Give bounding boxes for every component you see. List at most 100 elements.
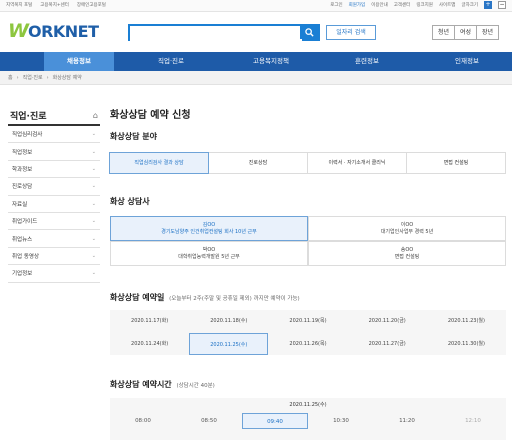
counselor-name: 송OO	[400, 247, 414, 253]
sidebar: 직업·진로 ⌂ 직업심리검사 ⌄ 직업정보 ⌄ 학과정보 ⌄ 진로상담 ⌄ 자료실 ⌄ 취업가이드 ⌄…	[8, 106, 100, 283]
breadcrumb-item[interactable]: 직업·진로	[23, 74, 43, 81]
time-section-title-text: 화상상담 예약시간	[110, 380, 172, 389]
counselor-card[interactable]: 송OO 면접 컨설팅	[308, 241, 506, 266]
time-section-subtitle: (상담시간 40분)	[176, 383, 215, 389]
nav-item[interactable]: 인재정보	[432, 52, 502, 71]
date-option[interactable]: 2020.11.19(목)	[268, 310, 347, 332]
sidebar-item[interactable]: 진로상담 ⌄	[8, 178, 100, 196]
field-category-tab[interactable]: 이력서 · 자기소개서 클리닉	[307, 152, 407, 174]
utility-link[interactable]: 이용안내	[371, 2, 388, 8]
field-category-tab[interactable]: 직업심리검사 결과 상담	[109, 152, 209, 174]
logo-text: ORKNET	[27, 21, 99, 41]
breadcrumb-items: 홈 › 직업·진로 › 화상상담 예약	[8, 74, 82, 82]
logo-w: W	[8, 20, 29, 42]
utility-link[interactable]: 링크지원	[416, 2, 433, 8]
breadcrumb-separator: ›	[16, 74, 19, 81]
page-title: 화상상담 예약 신청	[110, 110, 191, 121]
utility-link[interactable]: 장애인고용포털	[77, 2, 106, 8]
sidebar-item-label: 취업뉴스	[12, 236, 33, 243]
sidebar-item-label: 직업심리검사	[12, 132, 43, 139]
sidebar-title: 직업·진로	[10, 111, 47, 122]
breadcrumb-home[interactable]: 홈	[8, 74, 13, 81]
nav-item[interactable]: 직업·진로	[136, 52, 206, 71]
counselor-description: 면접 컨설팅	[394, 254, 420, 260]
date-section-title-text: 화상상담 예약일	[110, 293, 165, 302]
home-icon[interactable]: ⌂	[93, 111, 98, 120]
sidebar-item-label: 기업정보	[12, 271, 33, 278]
nav-item[interactable]: 채용정보	[44, 52, 114, 71]
target-button[interactable]: 여성	[454, 25, 477, 40]
sidebar-item-label: 자료실	[12, 201, 28, 208]
time-section-title: 화상상담 예약시간 (상담시간 40분)	[110, 379, 215, 390]
sidebar-menu: 직업심리검사 ⌄ 직업정보 ⌄ 학과정보 ⌄ 진로상담 ⌄ 자료실 ⌄ 취업가이드 ⌄ 취업뉴스 ⌄ 취업 …	[8, 126, 100, 283]
sidebar-item[interactable]: 취업뉴스 ⌄	[8, 230, 100, 248]
breadcrumb-item[interactable]: 화상상담 예약	[53, 74, 82, 81]
job-search-button[interactable]: 일자리 검색	[326, 25, 376, 40]
chevron-down-icon: ⌄	[91, 252, 96, 259]
time-slot[interactable]: 10:30	[308, 413, 374, 429]
zoom-out-button[interactable]: −	[498, 1, 506, 9]
date-option[interactable]: 2020.11.20(금)	[348, 310, 427, 332]
chevron-down-icon: ⌄	[91, 165, 96, 172]
worknet-logo[interactable]: W ORKNET	[8, 20, 99, 42]
sidebar-item[interactable]: 직업정보 ⌄	[8, 143, 100, 161]
search-box	[128, 24, 320, 47]
date-section-subtitle: (오늘부터 2주(주말 및 공휴일 제외) 까지만 예약이 가능)	[169, 296, 300, 302]
sidebar-item[interactable]: 직업심리검사 ⌄	[8, 126, 100, 144]
date-option[interactable]: 2020.11.23(월)	[427, 310, 506, 332]
zoom-in-button[interactable]: +	[484, 1, 492, 9]
sidebar-item[interactable]: 자료실 ⌄	[8, 196, 100, 213]
time-slot[interactable]: 09:40	[242, 413, 308, 429]
nav-item[interactable]: 훈련정보	[332, 52, 402, 71]
date-option[interactable]: 2020.11.30(월)	[427, 333, 506, 355]
date-option[interactable]: 2020.11.27(금)	[348, 333, 427, 355]
date-option[interactable]: 2020.11.26(목)	[268, 333, 347, 355]
target-button[interactable]: 장년	[476, 25, 499, 40]
time-slot[interactable]: 08:00	[110, 413, 176, 429]
counselor-card[interactable]: 이OO 대기업인사업무 경력 5년	[308, 216, 506, 241]
field-category-tab[interactable]: 진로상담	[208, 152, 308, 174]
selected-date-label: 2020.11.25(수)	[289, 402, 327, 408]
chevron-down-icon: ⌄	[91, 270, 96, 277]
sidebar-item[interactable]: 기업정보 ⌄	[8, 265, 100, 283]
sidebar-item[interactable]: 취업가이드 ⌄	[8, 213, 100, 231]
target-button[interactable]: 청년	[432, 25, 455, 40]
search-button[interactable]	[300, 26, 318, 39]
date-section-title: 화상상담 예약일 (오늘부터 2주(주말 및 공휴일 제외) 까지만 예약이 가…	[110, 292, 300, 303]
chevron-down-icon: ⌄	[91, 235, 96, 242]
time-slot[interactable]: 11:20	[374, 413, 440, 429]
breadcrumb: 홈 › 직업·진로 › 화상상담 예약	[0, 71, 512, 85]
sidebar-item-label: 직업정보	[12, 149, 33, 156]
chevron-down-icon: ⌄	[91, 200, 96, 207]
sidebar-item-label: 취업 동영상	[12, 253, 40, 260]
sidebar-item-label: 학과정보	[12, 166, 33, 173]
counselor-grid: 김OO 경기도남양주 인건취업컨설팅 회사 10년 근무 이OO 대기업인사업무 경력…	[110, 216, 506, 266]
chevron-down-icon: ⌄	[91, 183, 96, 190]
utility-link[interactable]: 로그인	[330, 2, 342, 8]
utility-link[interactable]: 지역복지 포털	[6, 2, 32, 8]
counselor-card[interactable]: 김OO 경기도남양주 인건취업컨설팅 회사 10년 근무	[110, 216, 308, 241]
site-header: W ORKNET 일자리 검색 청년 여성 장년	[0, 12, 512, 52]
counselor-description: 경기도남양주 인건취업컨설팅 회사 10년 근무	[161, 229, 257, 235]
utility-link[interactable]: 사이트맵	[439, 2, 456, 8]
date-option[interactable]: 2020.11.24(화)	[110, 333, 189, 355]
utility-link[interactable]: 글자크기	[461, 2, 478, 8]
date-option[interactable]: 2020.11.18(수)	[189, 310, 268, 332]
chevron-down-icon: ⌄	[91, 218, 96, 225]
field-category-tabs: 직업심리검사 결과 상담 진로상담 이력서 · 자기소개서 클리닉 면접 컨설팅	[109, 152, 506, 174]
breadcrumb-separator: ›	[46, 74, 49, 81]
date-option[interactable]: 2020.11.25(수)	[189, 332, 269, 355]
sidebar-header: 직업·진로 ⌂	[8, 106, 100, 126]
utility-link[interactable]: 고용복지+센터	[40, 2, 69, 8]
counselor-card[interactable]: 박OO 대학취업능력개발원 5년 근무	[110, 241, 308, 266]
sidebar-item[interactable]: 취업 동영상 ⌄	[8, 248, 100, 266]
field-category-tab[interactable]: 면접 컨설팅	[406, 152, 506, 174]
search-input[interactable]	[130, 33, 302, 47]
date-option[interactable]: 2020.11.17(화)	[110, 310, 189, 332]
nav-item[interactable]: 고용복지정책	[236, 52, 306, 71]
sidebar-item[interactable]: 학과정보 ⌄	[8, 161, 100, 179]
counselor-description: 대학취업능력개발원 5년 근무	[178, 254, 240, 260]
utility-link[interactable]: 회원가입	[349, 2, 366, 8]
time-slot[interactable]: 08:50	[176, 413, 242, 429]
utility-link[interactable]: 고객센터	[394, 2, 411, 8]
